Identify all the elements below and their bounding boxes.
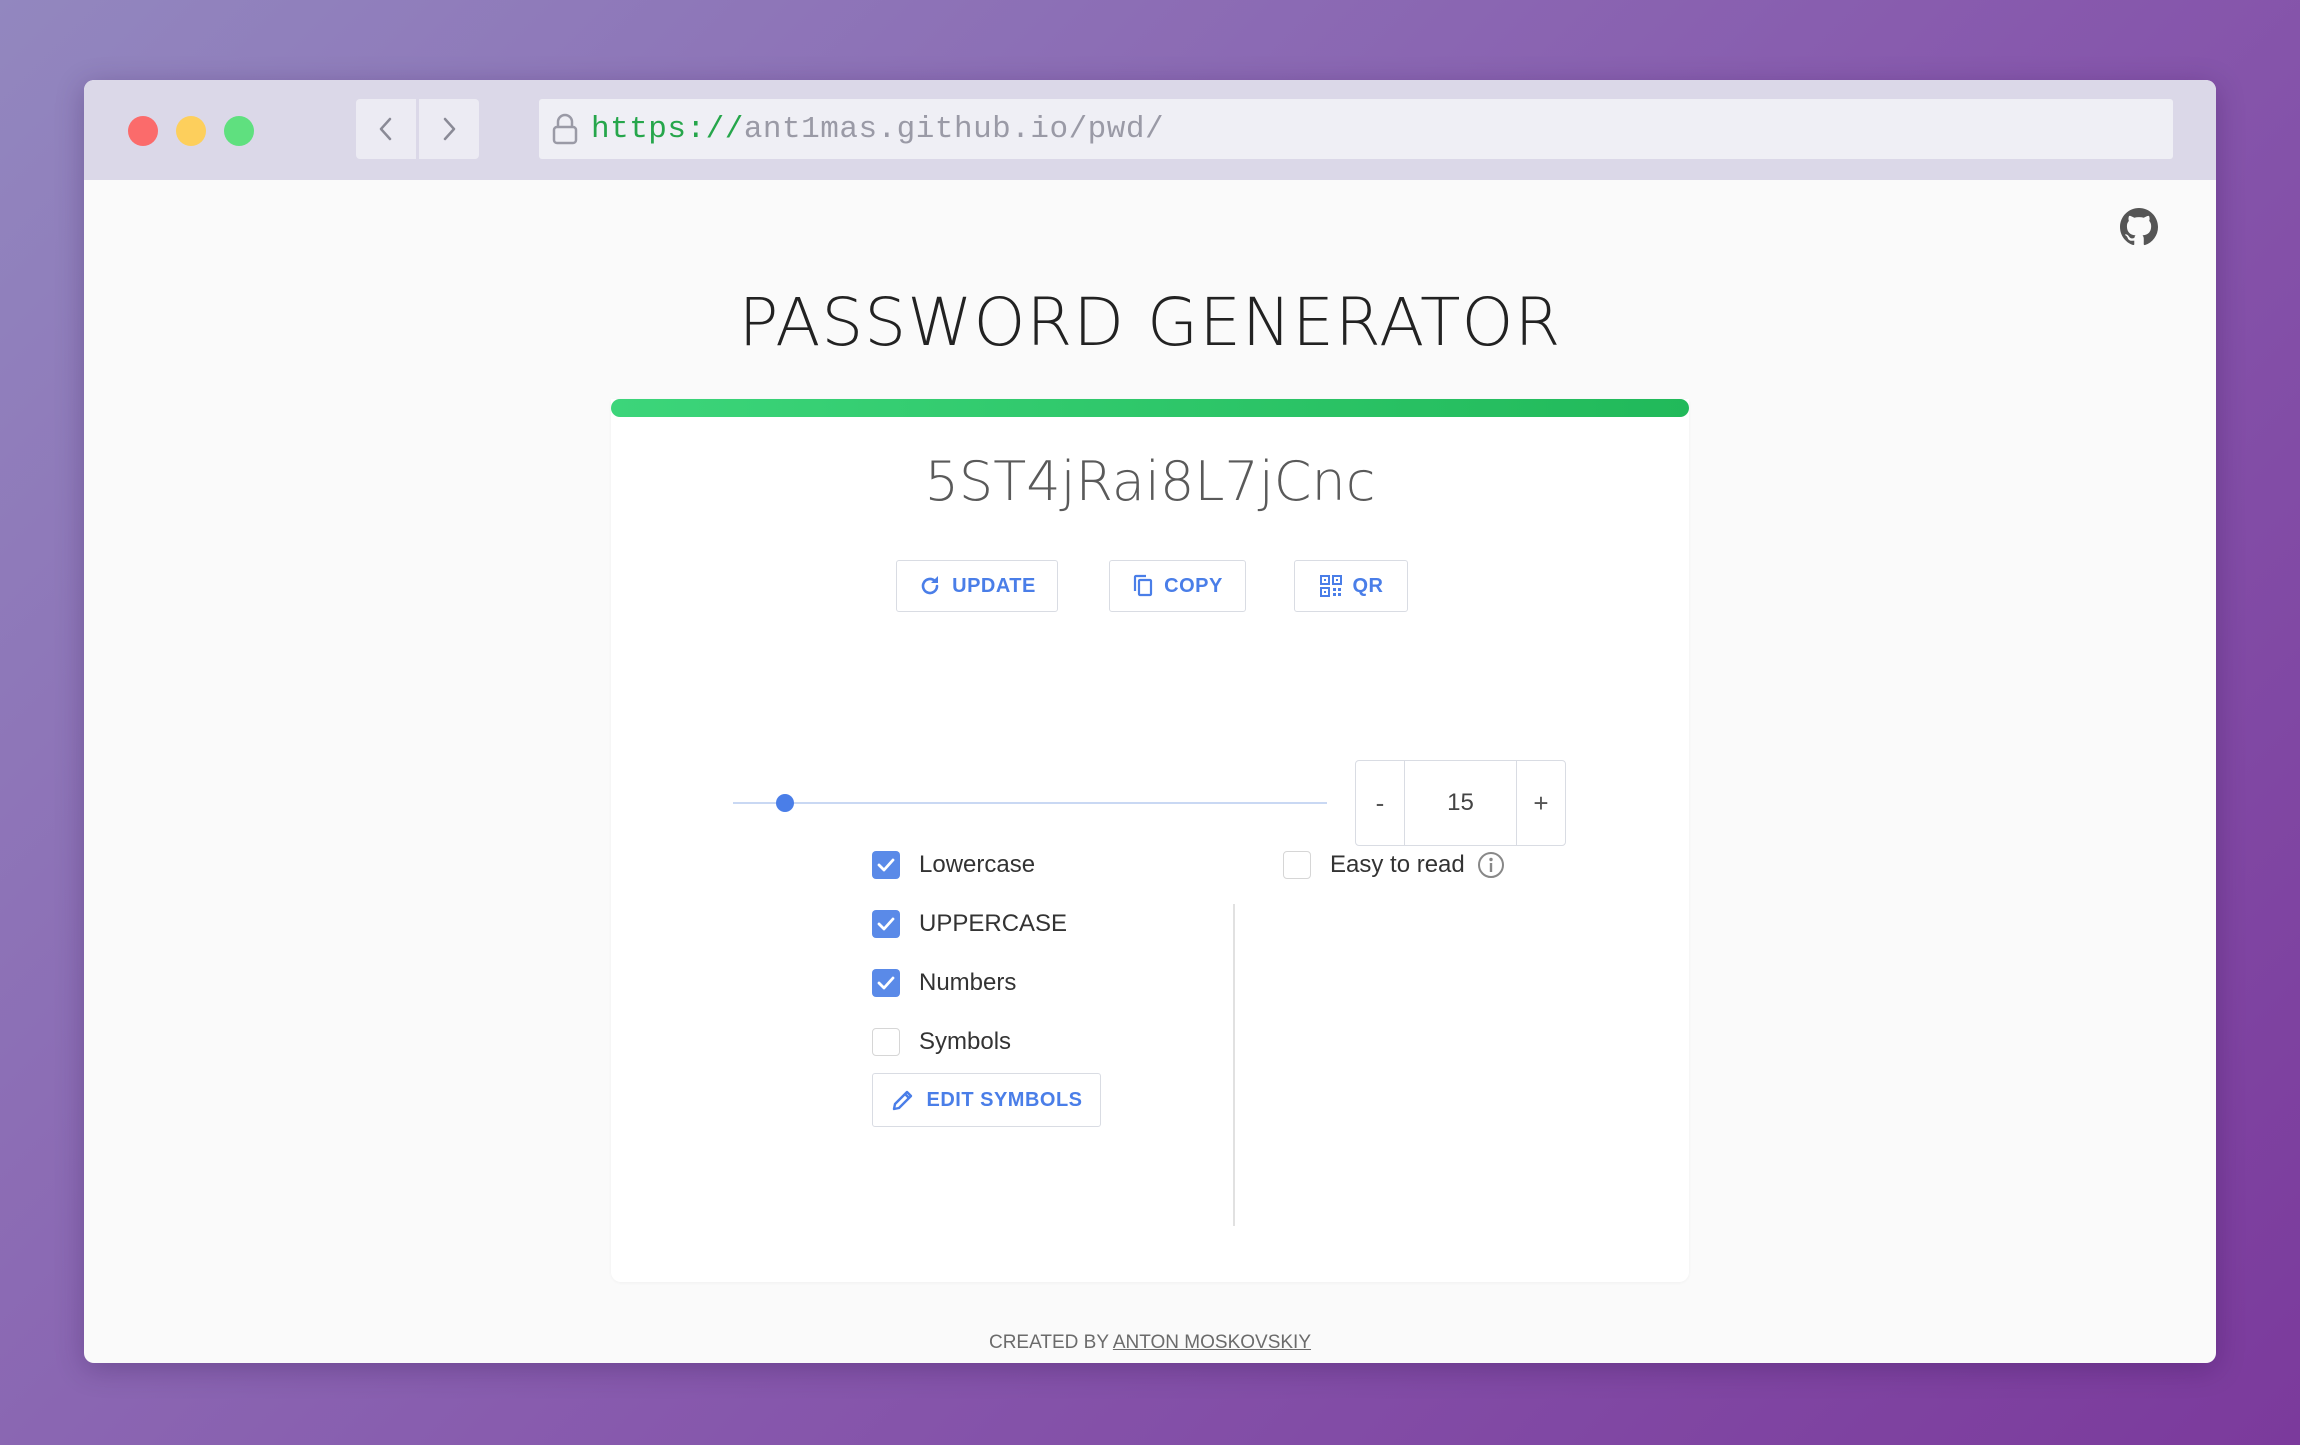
copy-icon xyxy=(1134,574,1153,597)
length-input[interactable]: 15 xyxy=(1405,761,1516,845)
url-host: ant1mas.github.io/pwd/ xyxy=(743,111,1165,147)
checkmark-icon xyxy=(877,976,895,990)
checkmark-icon xyxy=(877,917,895,931)
uppercase-checkbox[interactable] xyxy=(872,910,900,938)
length-stepper: - 15 + xyxy=(1355,760,1566,846)
copy-button[interactable]: COPY xyxy=(1109,560,1246,612)
chevron-right-icon xyxy=(443,117,456,141)
length-slider-track[interactable] xyxy=(733,802,1327,804)
update-button[interactable]: UPDATE xyxy=(896,560,1058,612)
url-scheme: https:// xyxy=(591,111,744,147)
increase-length-button[interactable]: + xyxy=(1516,761,1565,845)
numbers-label: Numbers xyxy=(919,969,1017,996)
footer: CREATED BY ANTON MOSKOVSKIY xyxy=(84,1332,2216,1354)
minimize-window-button[interactable] xyxy=(176,116,206,146)
address-bar[interactable]: https://ant1mas.github.io/pwd/ xyxy=(539,99,2173,159)
option-symbols[interactable]: Symbols xyxy=(872,1024,1011,1060)
generator-card: 5ST4jRai8L7jCnc UPDATE COPY QR - 15 + Lo… xyxy=(611,399,1689,1282)
lowercase-label: Lowercase xyxy=(919,851,1036,878)
lock-icon xyxy=(551,111,579,147)
qr-code-icon xyxy=(1319,575,1342,597)
footer-prefix: CREATED BY xyxy=(988,1332,1113,1353)
numbers-checkbox[interactable] xyxy=(872,969,900,997)
forward-button[interactable] xyxy=(419,99,479,159)
symbols-checkbox[interactable] xyxy=(872,1028,900,1056)
pencil-icon xyxy=(893,1090,913,1111)
easy-to-read-checkbox[interactable] xyxy=(1283,851,1311,879)
qr-button[interactable]: QR xyxy=(1294,560,1408,612)
edit-symbols-label: EDIT SYMBOLS xyxy=(926,1088,1083,1111)
github-link[interactable] xyxy=(2120,208,2158,246)
refresh-icon xyxy=(921,576,939,595)
url-text: https://ant1mas.github.io/pwd/ xyxy=(591,112,1164,147)
length-slider-thumb[interactable] xyxy=(776,794,794,812)
info-icon[interactable] xyxy=(1477,851,1505,879)
easy-to-read-label: Easy to read xyxy=(1330,851,1465,878)
edit-symbols-button[interactable]: EDIT SYMBOLS xyxy=(872,1073,1101,1127)
option-easy-to-read[interactable]: Easy to read xyxy=(1283,847,1505,883)
password-strength-bar xyxy=(611,399,1689,417)
close-window-button[interactable] xyxy=(128,116,158,146)
generated-password[interactable]: 5ST4jRai8L7jCnc xyxy=(611,449,1689,515)
option-uppercase[interactable]: UPPERCASE xyxy=(872,906,1067,942)
author-link[interactable]: ANTON MOSKOVSKIY xyxy=(1113,1332,1311,1353)
qr-label: QR xyxy=(1352,574,1384,597)
maximize-window-button[interactable] xyxy=(224,116,254,146)
uppercase-label: UPPERCASE xyxy=(919,910,1068,937)
chevron-left-icon xyxy=(379,117,392,141)
checkmark-icon xyxy=(877,858,895,872)
github-icon xyxy=(2120,208,2158,246)
decrease-length-button[interactable]: - xyxy=(1356,761,1405,845)
symbols-label: Symbols xyxy=(919,1028,1012,1055)
copy-label: COPY xyxy=(1164,574,1223,597)
option-lowercase[interactable]: Lowercase xyxy=(872,847,1035,883)
page-title: PASSWORD GENERATOR xyxy=(738,284,1562,361)
back-button[interactable] xyxy=(356,99,416,159)
option-numbers[interactable]: Numbers xyxy=(872,965,1016,1001)
update-label: UPDATE xyxy=(952,574,1036,597)
lowercase-checkbox[interactable] xyxy=(872,851,900,879)
browser-window: https://ant1mas.github.io/pwd/ PASSWORD … xyxy=(84,80,2216,1363)
options-divider xyxy=(1233,904,1235,1226)
browser-titlebar: https://ant1mas.github.io/pwd/ xyxy=(84,80,2216,180)
